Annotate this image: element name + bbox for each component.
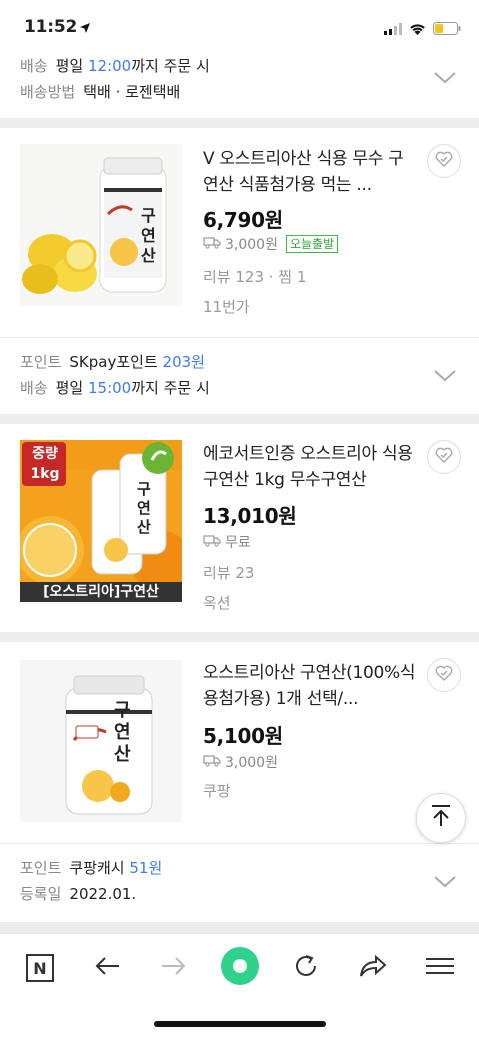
shipping-fee: 3,000원 xyxy=(225,755,278,771)
battery-icon xyxy=(433,20,461,39)
product-card[interactable]: 구연산 V 오스트리아산 식용 무수 구연산 식품첨가용 먹는 ... 6,79… xyxy=(0,128,479,338)
product-card[interactable]: 중량 1kg 구연산 [오스트리아]구연산 에코서트인증 오스트리아 식용구연산… xyxy=(0,424,479,632)
product-card[interactable]: 구연산 오스트리아산 구연산(100%식용첨가용) 1개 선택/... 5,10… xyxy=(0,642,479,842)
product-title[interactable]: V 오스트리아산 식용 무수 구연산 식품첨가용 먹는 ... xyxy=(203,146,418,198)
product-title[interactable]: 오스트리아산 구연산(100%식용첨가용) 1개 선택/... xyxy=(203,660,418,712)
delivery-key: 배송 xyxy=(20,57,48,75)
signal-icon xyxy=(384,20,402,39)
thumb-label: 구연산 xyxy=(141,206,156,265)
delivery-line: 배송 평일 15:00까지 주문 시 xyxy=(20,378,210,398)
product-price: 5,100원 xyxy=(203,724,283,748)
status-icons xyxy=(384,20,461,39)
heart-check-icon xyxy=(435,447,453,467)
point-line: 포인트 쿠팡캐시 51원 xyxy=(20,858,162,878)
naver-home-button[interactable]: N xyxy=(20,948,60,988)
store-name: 쿠팡 xyxy=(203,782,231,800)
point-line: 포인트 SKpay포인트 203원 xyxy=(20,352,205,372)
n-icon: N xyxy=(26,954,54,982)
chevron-down-icon[interactable] xyxy=(433,70,457,89)
section-divider xyxy=(0,414,479,424)
heart-check-icon xyxy=(435,665,453,685)
method-line: 배송방법 택배 · 로젠택배 xyxy=(20,82,180,102)
store-name: 옥션 xyxy=(203,594,231,612)
truck-icon xyxy=(203,236,221,253)
shipping-fee: 3,000원 xyxy=(225,237,278,253)
product-thumbnail[interactable]: 중량 1kg 구연산 [오스트리아]구연산 xyxy=(20,440,182,602)
review-count: 리뷰 123 · 찜 1 xyxy=(203,268,307,286)
point-name: SKpay포인트 xyxy=(69,353,158,371)
product-price: 6,790원 xyxy=(203,208,283,232)
point-key: 포인트 xyxy=(20,353,62,371)
delivery-time: 15:00 xyxy=(88,379,132,397)
menu-button[interactable] xyxy=(420,948,460,988)
home-indicator xyxy=(154,1021,326,1027)
store-name: 11번가 xyxy=(203,298,250,316)
scroll-top-button[interactable] xyxy=(416,793,466,843)
product-meta: 포인트 SKpay포인트 203원 배송 평일 15:00까지 주문 시 xyxy=(0,338,479,414)
shipping-info: 무료 xyxy=(203,532,251,552)
arrow-up-icon xyxy=(430,804,452,832)
top-meta: 배송 평일 12:00까지 주문 시 배송방법 택배 · 로젠택배 xyxy=(0,44,479,118)
refresh-icon xyxy=(293,953,319,983)
heart-check-icon xyxy=(435,151,453,171)
truck-icon xyxy=(203,754,221,771)
delivery-day: 평일 xyxy=(55,379,84,397)
shipping-info: 3,000원 xyxy=(203,752,278,772)
truck-icon xyxy=(203,534,221,551)
wishlist-button[interactable] xyxy=(427,144,461,178)
date-value: 2022.01. xyxy=(69,885,137,903)
refresh-button[interactable] xyxy=(286,948,326,988)
shipping-fee: 무료 xyxy=(225,535,251,551)
point-value: 51원 xyxy=(129,859,163,877)
date-line: 등록일 2022.01. xyxy=(20,884,136,904)
arrow-right-icon xyxy=(161,956,187,980)
product-title[interactable]: 에코서트인증 오스트리아 식용구연산 1kg 무수구연산 xyxy=(203,441,418,493)
section-divider xyxy=(0,118,479,128)
status-bar: 11:52 xyxy=(0,0,479,44)
chevron-down-icon[interactable] xyxy=(433,368,457,387)
back-button[interactable] xyxy=(87,948,127,988)
green-dot-button[interactable] xyxy=(220,947,260,989)
delivery-day: 평일 xyxy=(55,57,84,75)
location-arrow-icon xyxy=(79,19,91,38)
point-value: 203원 xyxy=(162,353,205,371)
section-divider xyxy=(0,632,479,642)
green-dot-icon xyxy=(221,947,259,989)
thumb-caption: [오스트리아]구연산 xyxy=(43,584,159,600)
delivery-suffix: 까지 주문 시 xyxy=(131,379,210,397)
n-label: N xyxy=(33,958,47,978)
point-name: 쿠팡캐시 xyxy=(69,859,125,877)
section-divider xyxy=(0,922,479,933)
wishlist-button[interactable] xyxy=(427,658,461,692)
wifi-icon xyxy=(409,20,426,39)
date-key: 등록일 xyxy=(20,885,62,903)
thumb-label: 구연산 xyxy=(114,700,131,765)
today-ship-badge: 오늘출발 xyxy=(285,235,339,253)
delivery-line: 배송 평일 12:00까지 주문 시 xyxy=(20,56,210,76)
point-key: 포인트 xyxy=(20,859,62,877)
product-thumbnail[interactable]: 구연산 xyxy=(20,144,182,306)
forward-button[interactable] xyxy=(154,948,194,988)
method-key: 배송방법 xyxy=(20,83,76,101)
product-meta: 포인트 쿠팡캐시 51원 등록일 2022.01. xyxy=(0,844,479,922)
share-button[interactable] xyxy=(353,948,393,988)
delivery-time: 12:00 xyxy=(88,57,132,75)
delivery-suffix: 까지 주문 시 xyxy=(131,57,210,75)
thumb-label: 구연산 xyxy=(137,480,151,536)
review-count: 리뷰 23 xyxy=(203,564,255,582)
chevron-down-icon[interactable] xyxy=(433,874,457,893)
delivery-key: 배송 xyxy=(20,379,48,397)
method-value: 택배 · 로젠택배 xyxy=(83,83,181,101)
arrow-left-icon xyxy=(94,956,120,980)
product-thumbnail[interactable]: 구연산 xyxy=(20,660,182,822)
status-time: 11:52 xyxy=(24,17,78,37)
product-price: 13,010원 xyxy=(203,504,297,528)
hamburger-icon xyxy=(426,957,454,979)
weight-tag: 중량 1kg xyxy=(30,446,60,482)
wishlist-button[interactable] xyxy=(427,440,461,474)
share-arrow-icon xyxy=(359,954,387,982)
shipping-info: 3,000원 오늘출발 xyxy=(203,234,339,254)
